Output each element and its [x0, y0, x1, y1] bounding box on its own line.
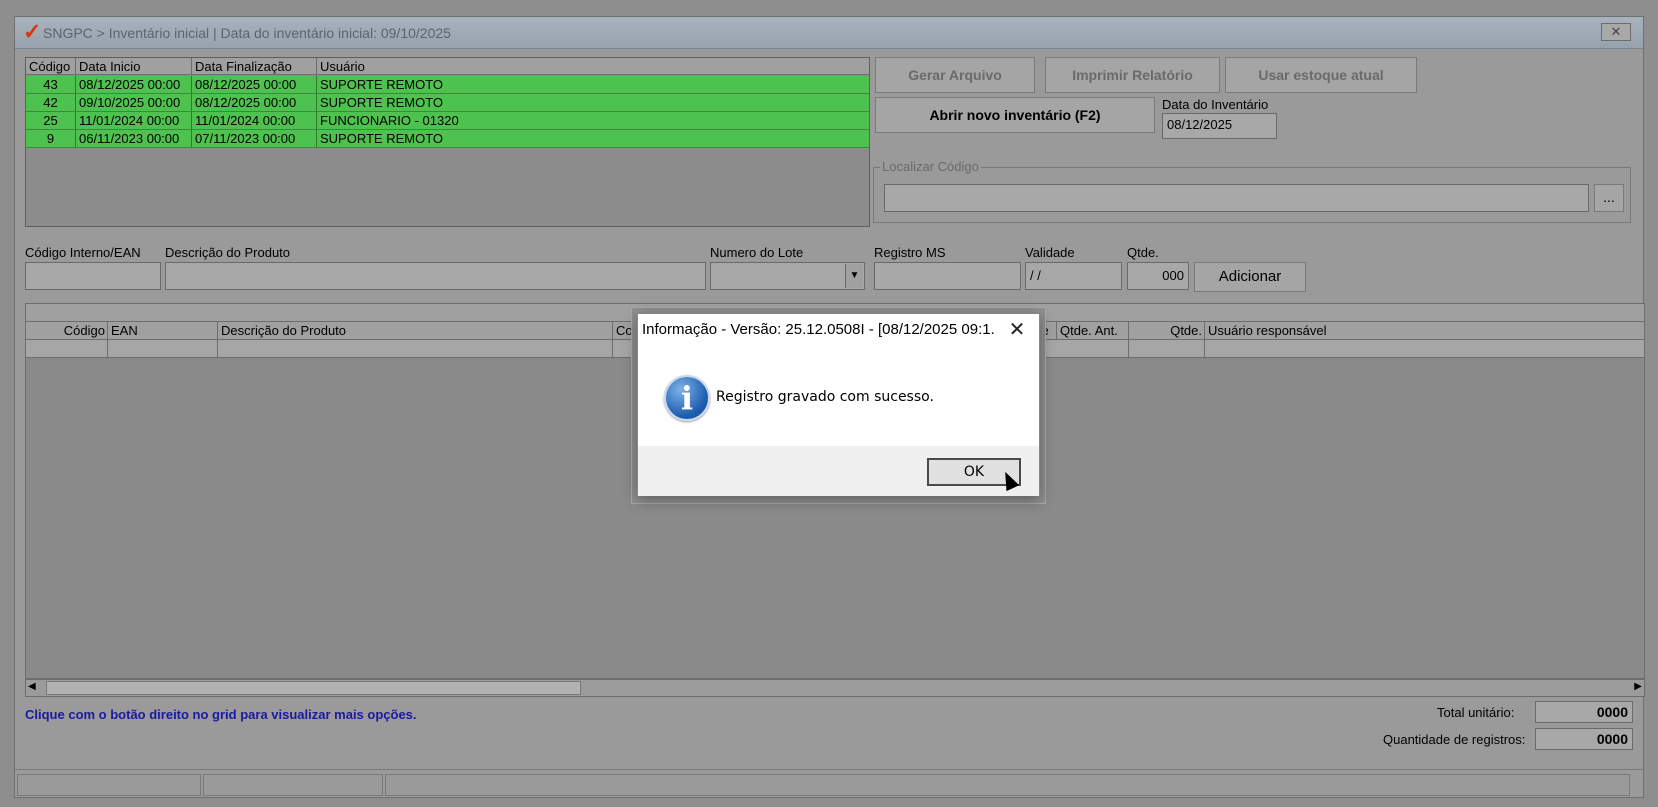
table-row[interactable]: 9 06/11/2023 00:00 07/11/2023 00:00 SUPO… — [26, 130, 869, 148]
scroll-left-icon[interactable]: ◀ — [28, 681, 36, 692]
empty-cell — [26, 340, 108, 357]
descricao-input[interactable] — [165, 262, 706, 290]
window-close-button[interactable]: ✕ — [1601, 23, 1631, 41]
status-panel — [17, 774, 201, 796]
cell-data-finalizacao: 08/12/2025 00:00 — [192, 76, 317, 93]
data-inventario-label: Data do Inventário — [1162, 97, 1269, 112]
dialog-message: Registro gravado com sucesso. — [716, 389, 934, 405]
empty-cell — [1057, 340, 1129, 357]
col-codigo[interactable]: Código — [26, 322, 108, 339]
status-panel — [385, 774, 1630, 796]
cell-data-inicio: 09/10/2025 00:00 — [76, 94, 192, 111]
cell-data-inicio: 06/11/2023 00:00 — [76, 130, 192, 147]
cell-usuario: SUPORTE REMOTO — [320, 95, 444, 110]
chevron-down-icon[interactable]: ▼ — [845, 264, 863, 288]
app-logo-icon: ✓ — [23, 19, 42, 44]
registro-ms-label: Registro MS — [874, 245, 946, 260]
table-row[interactable]: 42 09/10/2025 00:00 08/12/2025 00:00 SUP… — [26, 94, 869, 112]
localizar-codigo-input[interactable] — [884, 184, 1589, 212]
grid-hint-text: Clique com o botão direito no grid para … — [25, 707, 417, 722]
numero-lote-label: Numero do Lote — [710, 245, 804, 260]
table-row[interactable]: 43 08/12/2025 00:00 08/12/2025 00:00 SUP… — [26, 76, 869, 94]
window-title: SNGPC > Inventário inicial | Data do inv… — [43, 25, 451, 41]
cell-codigo: 43 — [26, 76, 76, 93]
cell-codigo: 25 — [26, 112, 76, 129]
col-usuario[interactable]: Usuário — [317, 58, 867, 74]
info-icon: i — [664, 375, 710, 421]
quantidade-registros-label: Quantidade de registros: — [1383, 732, 1526, 747]
codigo-interno-label: Código Interno/EAN — [25, 245, 141, 260]
localizar-ellipsis-button[interactable]: ... — [1594, 184, 1624, 212]
localizar-codigo-group: Localizar Código ... — [873, 159, 1631, 223]
usar-estoque-atual-button[interactable]: Usar estoque atual — [1225, 57, 1417, 93]
qtde-label: Qtde. — [1127, 245, 1159, 260]
gerar-arquivo-button[interactable]: Gerar Arquivo — [875, 57, 1035, 93]
codigo-interno-input[interactable] — [25, 262, 161, 290]
col-ean[interactable]: EAN — [108, 322, 218, 339]
dialog-footer: OK — [638, 446, 1039, 496]
inventory-grid[interactable]: Código Data Inicio Data Finalização Usuá… — [25, 57, 870, 227]
scroll-thumb[interactable] — [46, 681, 581, 695]
abrir-novo-inventario-button[interactable]: Abrir novo inventário (F2) — [875, 97, 1155, 133]
scroll-right-icon[interactable]: ▶ — [1634, 681, 1642, 692]
col-usuario-responsavel[interactable]: Usuário responsável — [1205, 322, 1643, 339]
adicionar-button[interactable]: Adicionar — [1194, 262, 1306, 292]
inventory-grid-header: Código Data Inicio Data Finalização Usuá… — [26, 58, 869, 75]
info-dialog: Informação - Versão: 25.12.0508I - [08/1… — [637, 313, 1040, 496]
col-descricao[interactable]: Descrição do Produto — [218, 322, 613, 339]
total-unitario-field: 0000 — [1535, 701, 1633, 723]
imprimir-relatorio-button[interactable]: Imprimir Relatório — [1045, 57, 1220, 93]
descricao-label: Descrição do Produto — [165, 245, 291, 260]
cell-usuario: FUNCIONARIO - 01320 — [320, 113, 459, 128]
cell-codigo: 9 — [26, 130, 76, 147]
validade-input[interactable]: / / — [1025, 262, 1122, 290]
col-data-inicio[interactable]: Data Inicio — [76, 58, 192, 74]
dialog-close-button[interactable]: ✕ — [1003, 317, 1031, 343]
cell-data-finalizacao: 08/12/2025 00:00 — [192, 94, 317, 111]
empty-cell — [1129, 340, 1205, 357]
cell-usuario: SUPORTE REMOTO — [320, 131, 444, 146]
status-panel — [203, 774, 383, 796]
status-bar — [15, 769, 1643, 797]
empty-cell — [218, 340, 613, 357]
numero-lote-select[interactable]: ▼ — [710, 262, 865, 290]
col-qtde[interactable]: Qtde. — [1129, 322, 1205, 339]
localizar-codigo-label: Localizar Código — [880, 159, 981, 174]
data-inventario-field[interactable]: 08/12/2025 — [1162, 113, 1277, 139]
title-bar: ✓ SNGPC > Inventário inicial | Data do i… — [15, 17, 1643, 49]
empty-cell — [108, 340, 218, 357]
col-data-finalizacao[interactable]: Data Finalização — [192, 58, 317, 74]
total-unitario-label: Total unitário: — [1437, 705, 1515, 720]
table-row[interactable]: 25 11/01/2024 00:00 11/01/2024 00:00 FUN… — [26, 112, 869, 130]
qtde-input[interactable]: 000 — [1127, 262, 1189, 290]
cell-codigo: 42 — [26, 94, 76, 111]
cell-data-finalizacao: 07/11/2023 00:00 — [192, 130, 317, 147]
horizontal-scrollbar[interactable]: ◀ ▶ — [25, 679, 1645, 697]
cell-usuario: SUPORTE REMOTO — [320, 77, 444, 92]
dialog-title: Informação - Versão: 25.12.0508I - [08/1… — [642, 321, 994, 338]
col-qtde-ant[interactable]: Qtde. Ant. — [1057, 322, 1129, 339]
cell-data-inicio: 11/01/2024 00:00 — [76, 112, 192, 129]
col-codigo[interactable]: Código — [26, 58, 76, 74]
quantidade-registros-field: 0000 — [1535, 728, 1633, 750]
registro-ms-input[interactable] — [874, 262, 1021, 290]
validade-label: Validade — [1025, 245, 1075, 260]
cell-data-inicio: 08/12/2025 00:00 — [76, 76, 192, 93]
cell-data-finalizacao: 11/01/2024 00:00 — [192, 112, 317, 129]
